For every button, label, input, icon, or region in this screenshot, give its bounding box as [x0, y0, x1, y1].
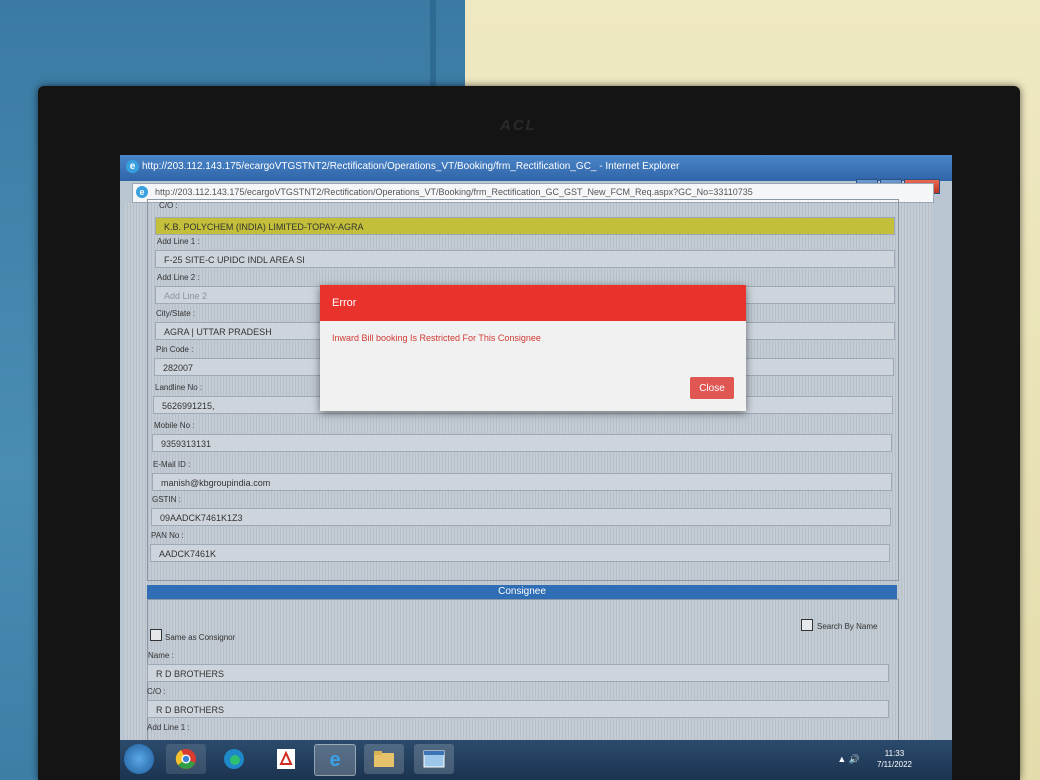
- error-dialog: Error Inward Bill booking Is Restricted …: [320, 285, 746, 411]
- gstin-field[interactable]: 09AADCK7461K1Z3: [151, 508, 891, 526]
- email-label: E-Mail ID :: [153, 460, 191, 469]
- search-by-name-checkbox[interactable]: [801, 619, 813, 631]
- adobe-reader-icon[interactable]: [266, 744, 306, 774]
- background-door: [430, 0, 436, 95]
- gstin-label: GSTIN :: [152, 495, 181, 504]
- file-explorer-icon[interactable]: [364, 744, 404, 774]
- search-by-name-label: Search By Name: [817, 622, 878, 631]
- clock-date: 7/11/2022: [877, 760, 912, 769]
- consignor-co-label: C/O :: [159, 201, 178, 210]
- volume-icon[interactable]: ▲ 🔊: [837, 754, 860, 765]
- pan-label: PAN No :: [151, 531, 184, 540]
- add-line-1-field[interactable]: F-25 SITE-C UPIDC INDL AREA SI: [155, 250, 895, 268]
- error-dialog-title: Error: [332, 297, 357, 309]
- error-dialog-header: Error: [320, 285, 746, 321]
- mobile-label: Mobile No :: [154, 421, 195, 430]
- same-as-consignor-checkbox[interactable]: [150, 629, 162, 641]
- monitor-screen: e http://203.112.143.175/ecargoVTGSTNT2/…: [120, 155, 952, 780]
- chrome-icon[interactable]: [166, 744, 206, 774]
- monitor-brand: ACL: [500, 117, 537, 134]
- edge-icon[interactable]: [214, 744, 254, 774]
- browser-title-bar: e http://203.112.143.175/ecargoVTGSTNT2/…: [120, 155, 952, 181]
- window-title: http://203.112.143.175/ecargoVTGSTNT2/Re…: [142, 161, 680, 172]
- email-field[interactable]: manish@kbgroupindia.com: [152, 473, 892, 491]
- landline-label: Landline No :: [155, 383, 203, 392]
- start-button[interactable]: [124, 744, 154, 774]
- application-window-icon[interactable]: [414, 744, 454, 774]
- taskbar: e ▲ 🔊 11:33 7/11/2022: [120, 740, 952, 780]
- pin-code-label: Pin Code :: [156, 345, 194, 354]
- consignee-add-line-1-label: Add Line 1 :: [147, 723, 190, 732]
- consignee-section-header: Consignee: [147, 585, 897, 599]
- consignee-co-field[interactable]: R D BROTHERS: [147, 700, 889, 718]
- add-line-1-label: Add Line 1 :: [157, 237, 200, 246]
- same-as-consignor-label: Same as Consignor: [165, 633, 236, 642]
- mobile-field[interactable]: 9359313131: [152, 434, 892, 452]
- web-page: C/O : K.B. POLYCHEM (INDIA) LIMITED-TOPA…: [125, 199, 933, 780]
- city-state-label: City/State :: [156, 309, 196, 318]
- page-icon: e: [136, 186, 148, 198]
- pan-field[interactable]: AADCK7461K: [150, 544, 890, 562]
- clock-time: 11:33: [884, 749, 905, 758]
- consignor-co-field[interactable]: K.B. POLYCHEM (INDIA) LIMITED-TOPAY-AGRA: [155, 217, 895, 235]
- add-line-2-label: Add Line 2 :: [157, 273, 200, 282]
- consignee-name-label: Name :: [148, 651, 174, 660]
- internet-explorer-taskbar-icon[interactable]: e: [314, 744, 356, 776]
- consignee-name-field[interactable]: R D BROTHERS: [147, 664, 889, 682]
- internet-explorer-icon: e: [126, 160, 139, 173]
- system-clock[interactable]: 11:33 7/11/2022: [877, 748, 912, 770]
- consignee-co-label: C/O :: [147, 687, 166, 696]
- close-button[interactable]: Close: [690, 377, 734, 399]
- error-message: Inward Bill booking Is Restricted For Th…: [332, 333, 541, 343]
- address-url: http://203.112.143.175/ecargoVTGSTNT2/Re…: [155, 187, 753, 197]
